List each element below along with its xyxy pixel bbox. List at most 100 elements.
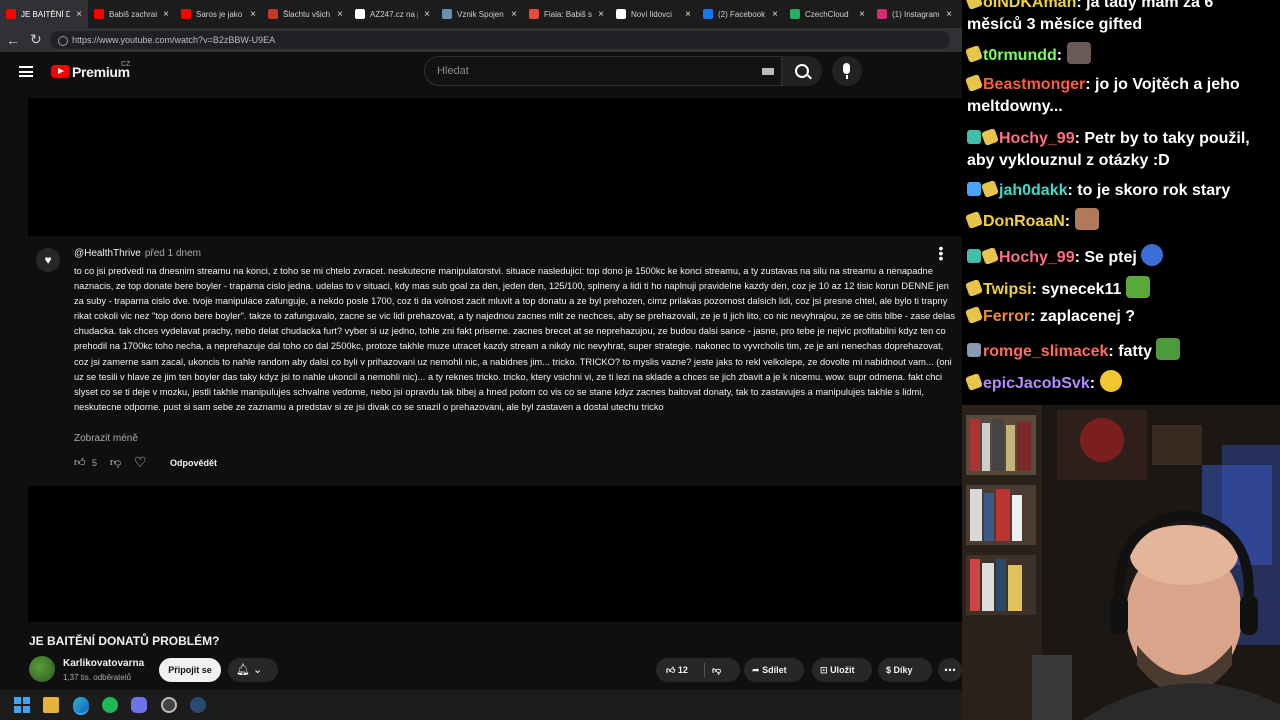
gold-badge-icon [965, 306, 983, 324]
chat-username[interactable]: Hochy_99 [999, 249, 1075, 266]
chat-emote-icon [1156, 338, 1181, 360]
chrome-icon[interactable] [161, 697, 177, 713]
windows-start-icon[interactable] [14, 697, 30, 713]
browser-tab[interactable]: (1) Instagram × [871, 0, 958, 28]
tab-close-icon[interactable]: × [772, 9, 778, 20]
browser-tab[interactable]: Saros je jako × [175, 0, 262, 28]
share-icon: ➦ [752, 665, 760, 675]
reply-button[interactable]: Odpovědět [170, 458, 217, 468]
chat-username[interactable]: romge_slimacek [983, 343, 1108, 360]
save-button[interactable]: ⊡ Uložit [812, 658, 872, 682]
chat-emote-icon [1066, 42, 1091, 64]
chat-username[interactable]: Beastmonger [983, 76, 1085, 93]
chat-message: epicJacobSvk: [965, 370, 1272, 395]
gold-badge-icon [965, 373, 983, 391]
thumbs-down-icon[interactable]: 👎︎ [110, 456, 121, 469]
browser-tab[interactable]: Noví lidovci × [610, 0, 697, 28]
chat-text: synecek11 [1041, 281, 1126, 298]
back-arrow-icon[interactable]: ← [6, 32, 20, 48]
chat-emote-icon [1141, 244, 1164, 266]
teal-badge-icon [967, 130, 981, 144]
browser-tab[interactable]: Šlachtu všich × [262, 0, 349, 28]
browser-tab[interactable]: Babiš zachraň × [88, 0, 175, 28]
chat-username[interactable]: Twipsi [983, 281, 1032, 298]
site-info-icon[interactable] [58, 36, 68, 46]
gold-badge-icon [981, 128, 999, 146]
chat-username[interactable]: epicJacobSvk [983, 375, 1090, 392]
file-explorer-icon[interactable] [43, 697, 59, 713]
show-less-link[interactable]: Zobrazit méně [74, 433, 138, 444]
chat-username[interactable]: Hochy_99 [999, 130, 1075, 147]
reload-icon[interactable]: ↻ [30, 31, 42, 48]
search-button[interactable] [782, 56, 822, 86]
tab-close-icon[interactable]: × [859, 9, 865, 20]
gold-badge-icon [965, 211, 983, 229]
thanks-button[interactable]: $ Díky [878, 658, 932, 682]
channel-name[interactable]: Karlikovatovarna [63, 658, 144, 669]
browser-tab[interactable]: Fiala: Babiš se × [523, 0, 610, 28]
windows-taskbar [0, 690, 962, 720]
tab-close-icon[interactable]: × [424, 9, 430, 20]
tab-close-icon[interactable]: × [76, 9, 82, 20]
bookmark-icon: ⊡ [820, 665, 828, 675]
thanks-icon: $ [886, 665, 892, 675]
chat-message: Hochy_99: Petr by to taky použil, aby vy… [967, 128, 1250, 169]
hamburger-menu-icon[interactable] [19, 66, 33, 77]
tab-favicon-icon [790, 9, 800, 19]
webcam-feed [962, 405, 1280, 720]
tab-favicon-icon [703, 9, 713, 19]
tab-close-icon[interactable]: × [598, 9, 604, 20]
tab-close-icon[interactable]: × [511, 9, 517, 20]
gold-badge-icon [981, 180, 999, 198]
comment-time[interactable]: před 1 dnem [145, 248, 201, 259]
share-button[interactable]: ➦ Sdílet [744, 658, 804, 682]
chat-username[interactable]: t0rmundd [983, 47, 1057, 64]
tab-close-icon[interactable]: × [685, 9, 691, 20]
gold-badge-icon [965, 279, 983, 297]
search-input[interactable]: Hledat [424, 56, 782, 86]
tab-favicon-icon [94, 9, 104, 19]
like-button[interactable]: 👍︎ 12 👎︎ [656, 658, 740, 682]
address-bar[interactable]: https://www.youtube.com/watch?v=B2zBBW-U… [50, 31, 950, 49]
tab-close-icon[interactable]: × [250, 9, 256, 20]
comment-author[interactable]: @HealthThrive [74, 248, 141, 259]
tab-favicon-icon [616, 9, 626, 19]
join-button[interactable]: Připojit se [159, 658, 221, 682]
channel-avatar[interactable] [29, 656, 55, 682]
browser-tab[interactable]: JE BAITĚNÍ D × [0, 0, 88, 28]
chat-username[interactable]: DonRoaaN [983, 213, 1065, 230]
more-actions-button[interactable]: ⋯ [938, 658, 962, 682]
chat-emote-icon [1125, 276, 1150, 298]
thumbs-down-icon[interactable]: 👎︎ [712, 658, 721, 682]
chat-message-partial: oINDKAman: ja tady mam za 6 měsíců 3 měs… [965, 0, 1272, 36]
comment-more-icon[interactable]: • • • [938, 241, 944, 265]
thumbs-up-icon: 👍︎ [666, 665, 676, 675]
tab-close-icon[interactable]: × [163, 9, 169, 20]
tab-close-icon[interactable]: × [337, 9, 343, 20]
discord-icon[interactable] [131, 697, 147, 713]
browser-tab[interactable]: Vznik Spojen × [436, 0, 523, 28]
thanks-label: Díky [893, 665, 913, 675]
microphone-icon [843, 63, 850, 74]
voice-search-button[interactable] [832, 56, 862, 86]
spotify-icon[interactable] [102, 697, 118, 713]
edge-browser-icon[interactable] [73, 697, 89, 713]
chat-username[interactable]: Ferror [983, 308, 1030, 325]
subscription-bell-button[interactable]: 🔔︎ ⌄ [228, 658, 278, 682]
browser-tab[interactable]: CzechCloud × [784, 0, 871, 28]
steam-icon[interactable] [190, 697, 206, 713]
thumbs-up-icon[interactable]: 👍︎ [74, 456, 86, 469]
chat-text: fatty [1118, 343, 1157, 360]
heart-icon[interactable]: ♡ [134, 454, 147, 471]
chat-message: t0rmundd: [965, 42, 1272, 67]
keyboard-icon[interactable] [762, 68, 774, 75]
browser-tab[interactable]: AZ247.cz na p × [349, 0, 436, 28]
tab-title: (2) Facebook [718, 9, 766, 19]
tab-close-icon[interactable]: × [946, 9, 952, 20]
tab-favicon-icon [355, 9, 365, 19]
browser-tab[interactable]: (2) Facebook × [697, 0, 784, 28]
tab-title: Saros je jako [196, 9, 243, 19]
chat-message: DonRoaaN: [965, 208, 1272, 233]
youtube-logo-icon[interactable] [51, 65, 70, 78]
chat-username[interactable]: jah0dakk [999, 182, 1067, 199]
